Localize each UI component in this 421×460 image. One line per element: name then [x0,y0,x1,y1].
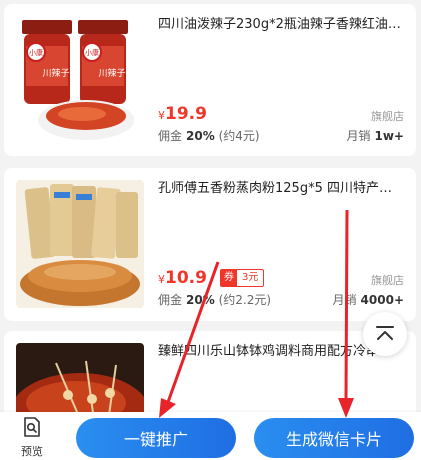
monthly-sales: 月销 4000+ [332,293,404,307]
svg-text:川辣子: 川辣子 [98,67,125,79]
chevron-up-icon [376,326,394,340]
product-card[interactable]: 孔师傅五香粉蒸肉粉125g*5 四川特产米粉 ¥10.9 券 3元 旗舰店 佣金 2… [4,168,416,321]
store-type: 旗舰店 [371,110,404,123]
monthly-sales: 月销 1w+ [346,129,404,143]
one-click-promote-button[interactable]: 一键推广 [76,418,236,458]
commission-amount: (约4元) [218,129,260,143]
product-price: ¥19.9 [158,104,207,124]
product-image-steamed-pork-powder[interactable] [16,180,144,308]
scroll-to-top-button[interactable] [363,312,407,356]
commission-label: 佣金 [158,129,183,143]
commission-amount: (约2.2元) [218,293,272,307]
product-image-chili-oil[interactable]: 小康 川辣子 小康 川辣子 [16,16,144,144]
preview-button[interactable]: 预览 [14,416,50,459]
product-card[interactable]: 臻鲜四川乐山钵钵鸡调料商用配方冷串串底料 [4,331,416,421]
svg-text:川辣子: 川辣子 [42,67,69,79]
product-image-bobo-chicken[interactable] [16,343,144,421]
preview-icon [24,417,40,437]
commission-pct: 20% [186,293,215,307]
product-price: ¥10.9 券 3元 [158,268,265,288]
commission-info: 佣金 20% (约4元) [158,127,260,144]
svg-text:小康: 小康 [29,48,43,57]
svg-text:小康: 小康 [85,48,99,57]
product-card[interactable]: 小康 川辣子 小康 川辣子 四川油泼辣子230g*2瓶油辣子香辣红油辣椒油 ¥1… [4,4,416,156]
coupon-badge: 券 3元 [220,269,265,287]
commission-info: 佣金 20% (约2.2元) [158,291,271,308]
commission-label: 佣金 [158,293,183,307]
store-type: 旗舰店 [371,274,404,287]
product-title[interactable]: 四川油泼辣子230g*2瓶油辣子香辣红油辣椒油 [158,16,404,34]
commission-pct: 20% [186,129,215,143]
product-title[interactable]: 孔师傅五香粉蒸肉粉125g*5 四川特产米粉 [158,180,404,198]
preview-label: 预览 [21,445,43,458]
generate-wechat-card-button[interactable]: 生成微信卡片 [254,418,414,458]
bottom-action-bar: 预览 一键推广 生成微信卡片 [0,412,421,460]
